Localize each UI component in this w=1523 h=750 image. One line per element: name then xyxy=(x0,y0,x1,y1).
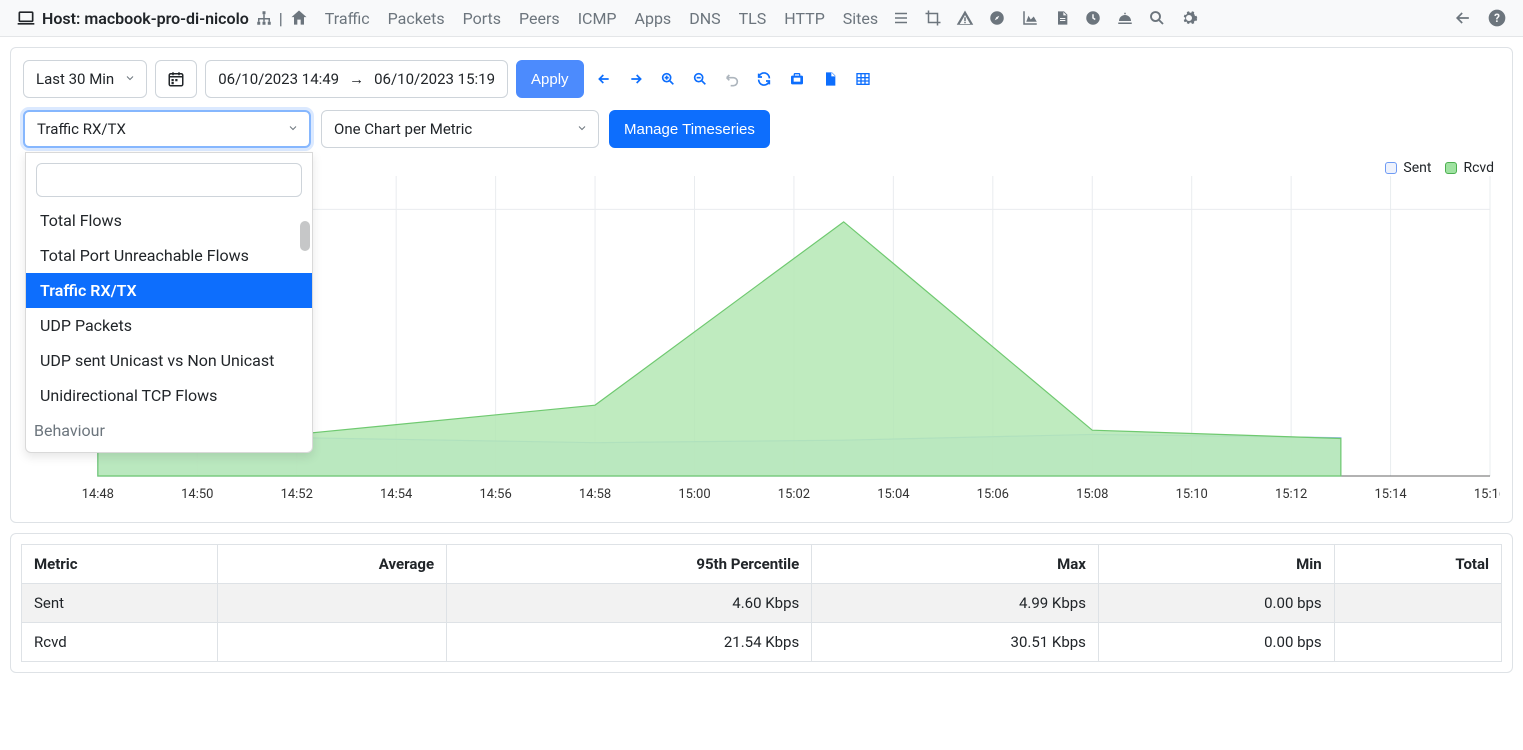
svg-text:15:14: 15:14 xyxy=(1374,487,1406,502)
svg-text:14:52: 14:52 xyxy=(281,487,313,502)
svg-text:14:54: 14:54 xyxy=(380,487,412,502)
col-metric: Metric xyxy=(22,545,218,584)
zoom-out-icon[interactable] xyxy=(688,67,712,91)
col-max: Max xyxy=(812,545,1099,584)
zoom-in-icon[interactable] xyxy=(656,67,680,91)
table-row: Sent 4.60 Kbps 4.99 Kbps 0.00 bps xyxy=(22,584,1502,623)
help-icon[interactable]: ? xyxy=(1487,8,1507,28)
col-total: Total xyxy=(1334,545,1501,584)
dropdown-scrollbar[interactable] xyxy=(300,221,310,251)
laptop-icon xyxy=(16,8,36,28)
legend-rcvd[interactable]: Rcvd xyxy=(1445,160,1494,176)
chart-mode-select[interactable]: One Chart per Metric xyxy=(321,110,599,148)
chart-legend: Sent Rcvd xyxy=(1385,160,1494,176)
metric-group-label: Behaviour xyxy=(26,413,312,446)
metric-option[interactable]: Total Flows xyxy=(26,203,312,238)
sitemap-icon[interactable] xyxy=(255,9,273,27)
nav-apps[interactable]: Apps xyxy=(635,9,672,28)
svg-text:15:00: 15:00 xyxy=(678,487,710,502)
topbar: Host: macbook-pro-di-nicolo | Traffic Pa… xyxy=(0,0,1523,37)
date-to: 06/10/2023 15:19 xyxy=(374,70,495,88)
table-icon[interactable] xyxy=(850,67,876,91)
svg-text:15:16: 15:16 xyxy=(1474,487,1500,502)
stats-table: Metric Average 95th Percentile Max Min T… xyxy=(21,544,1502,662)
metric-search-input[interactable] xyxy=(36,163,302,197)
metric-option[interactable]: UDP Packets xyxy=(26,308,312,343)
snapshot-icon[interactable] xyxy=(784,67,810,91)
document-icon[interactable] xyxy=(1054,9,1070,27)
chevron-down-icon xyxy=(287,120,299,138)
svg-text:15:02: 15:02 xyxy=(778,487,810,502)
swatch-icon xyxy=(1385,162,1397,174)
nav-icmp[interactable]: ICMP xyxy=(578,9,617,28)
metric-search[interactable] xyxy=(36,163,302,197)
chart-panel: Last 30 Min 06/10/2023 14:49 → 06/10/202… xyxy=(10,47,1513,523)
metric-option[interactable]: Traffic RX/TX xyxy=(26,273,312,308)
chart-area-icon[interactable] xyxy=(1020,9,1040,27)
stats-table-panel: Metric Average 95th Percentile Max Min T… xyxy=(10,533,1513,673)
back-arrow-icon[interactable] xyxy=(1453,8,1473,28)
undo-icon[interactable] xyxy=(720,67,744,91)
home-icon[interactable] xyxy=(289,8,309,28)
separator: | xyxy=(279,9,283,28)
metric-option[interactable]: UDP sent Unicast vs Non Unicast xyxy=(26,343,312,378)
search-icon[interactable] xyxy=(1148,9,1166,27)
host-title: Host: macbook-pro-di-nicolo | xyxy=(16,8,309,28)
svg-text:?: ? xyxy=(1494,11,1500,25)
top-icon-row xyxy=(892,9,1198,27)
svg-text:15:12: 15:12 xyxy=(1275,487,1307,502)
nav-http[interactable]: HTTP xyxy=(784,9,825,28)
svg-text:14:48: 14:48 xyxy=(82,487,114,502)
chevron-down-icon xyxy=(124,70,136,88)
nav-dns[interactable]: DNS xyxy=(689,9,720,28)
svg-text:15:04: 15:04 xyxy=(877,487,909,502)
crop-icon[interactable] xyxy=(924,9,942,27)
apply-button[interactable]: Apply xyxy=(516,60,584,98)
time-toolbar: Last 30 Min 06/10/2023 14:49 → 06/10/202… xyxy=(23,60,1500,98)
nav-next-icon[interactable] xyxy=(624,67,648,91)
alert-icon[interactable] xyxy=(956,9,974,27)
metric-toolbar: Traffic RX/TX Total Flows Total Port Unr… xyxy=(23,110,1500,148)
col-95p: 95th Percentile xyxy=(447,545,812,584)
metric-option[interactable]: Total Port Unreachable Flows xyxy=(26,238,312,273)
time-range-select[interactable]: Last 30 Min xyxy=(23,60,147,98)
metric-option[interactable]: Unidirectional TCP Flows xyxy=(26,378,312,413)
refresh-icon[interactable] xyxy=(752,67,776,91)
topbar-right: ? xyxy=(1453,8,1507,28)
svg-text:14:50: 14:50 xyxy=(181,487,213,502)
metric-select[interactable]: Traffic RX/TX Total Flows Total Port Unr… xyxy=(23,110,311,148)
gear-icon[interactable] xyxy=(1180,9,1198,27)
legend-sent[interactable]: Sent xyxy=(1385,160,1431,176)
manage-timeseries-button[interactable]: Manage Timeseries xyxy=(609,110,770,148)
nav-peers[interactable]: Peers xyxy=(519,9,560,28)
date-range-display[interactable]: 06/10/2023 14:49 → 06/10/2023 15:19 xyxy=(205,60,508,98)
nav-traffic[interactable]: Traffic xyxy=(325,9,370,28)
export-file-icon[interactable] xyxy=(818,66,842,92)
svg-text:15:08: 15:08 xyxy=(1076,487,1108,502)
nav-ports[interactable]: Ports xyxy=(463,9,501,28)
arrow-right-icon: → xyxy=(349,70,364,88)
col-min: Min xyxy=(1098,545,1334,584)
nav-sites[interactable]: Sites xyxy=(843,9,878,28)
list-icon[interactable] xyxy=(892,9,910,27)
svg-text:15:06: 15:06 xyxy=(977,487,1009,502)
swatch-icon xyxy=(1445,162,1457,174)
chevron-down-icon xyxy=(576,120,588,138)
table-row: Rcvd 21.54 Kbps 30.51 Kbps 0.00 bps xyxy=(22,623,1502,662)
cloche-icon[interactable] xyxy=(1116,9,1134,27)
svg-text:14:58: 14:58 xyxy=(579,487,611,502)
nav-tls[interactable]: TLS xyxy=(739,9,767,28)
clock-icon[interactable] xyxy=(1084,9,1102,27)
calendar-button[interactable] xyxy=(155,60,197,98)
col-average: Average xyxy=(217,545,446,584)
nav-packets[interactable]: Packets xyxy=(388,9,445,28)
top-nav: Traffic Packets Ports Peers ICMP Apps DN… xyxy=(325,9,878,28)
compass-icon[interactable] xyxy=(988,9,1006,27)
svg-text:15:10: 15:10 xyxy=(1176,487,1208,502)
metric-dropdown: Total Flows Total Port Unreachable Flows… xyxy=(25,152,313,453)
nav-prev-icon[interactable] xyxy=(592,67,616,91)
svg-text:14:56: 14:56 xyxy=(479,487,511,502)
date-from: 06/10/2023 14:49 xyxy=(218,70,339,88)
